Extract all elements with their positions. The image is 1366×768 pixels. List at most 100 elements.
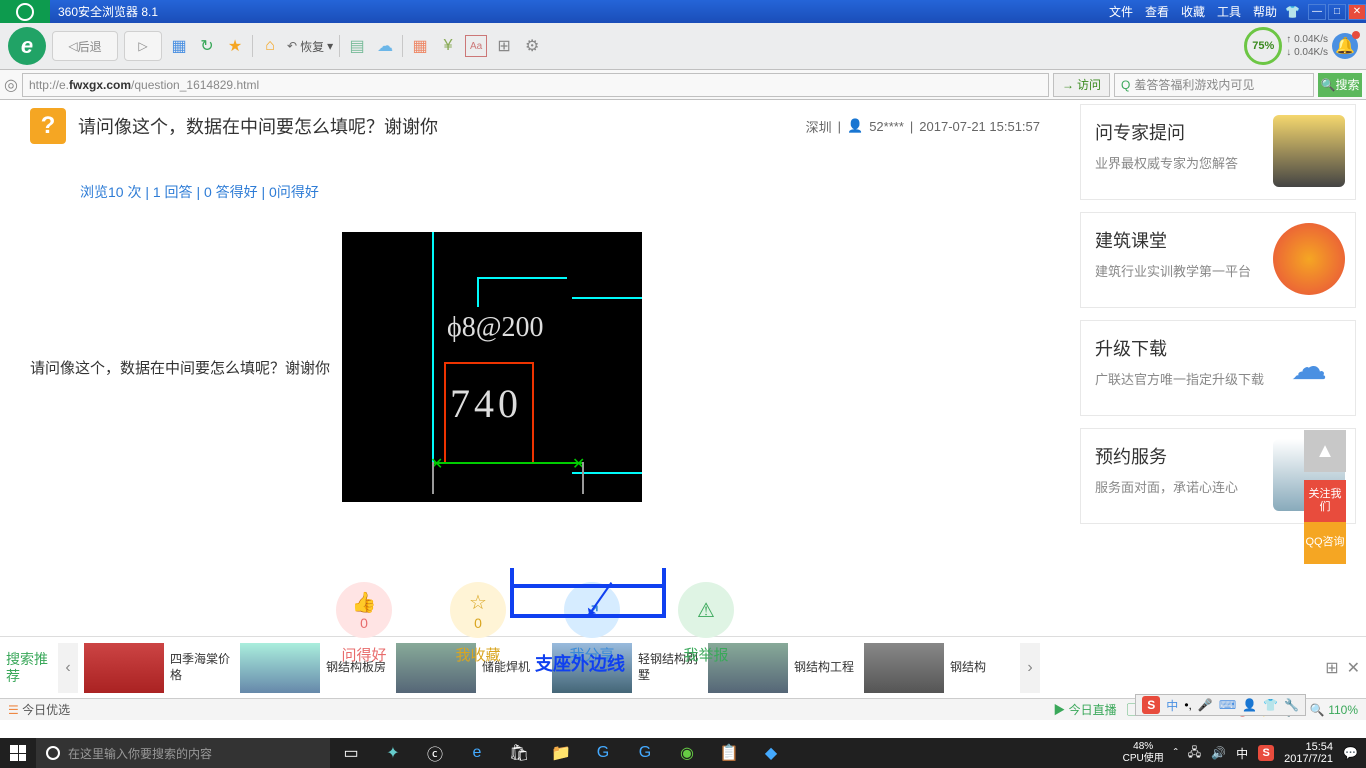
address-bar-row: ◎ http://e.fwxgx.com/question_1614829.ht… — [0, 70, 1366, 100]
taskbar-search[interactable]: 在这里输入你要搜索的内容 — [36, 738, 330, 768]
ime-logo-icon: S — [1142, 696, 1160, 714]
question-icon: ? — [30, 108, 66, 144]
tray-chevron-icon[interactable]: ˆ — [1174, 746, 1178, 760]
speed-circle[interactable]: 75% — [1244, 27, 1282, 65]
system-tray: 48% CPU使用 ˆ 🖧 🔊 中 S 15:54 2017/7/21 💬 — [1123, 741, 1366, 765]
card-class[interactable]: 建筑课堂 建筑行业实训教学第一平台 — [1080, 212, 1356, 308]
cad-dim-label: 740 — [450, 380, 522, 427]
question-body: 请问像这个，数据在中间要怎么填呢？谢谢你 ϕ8@200 740 ✕ ✕ — [30, 232, 1040, 502]
reco-close-icon[interactable]: ✕ — [1347, 658, 1360, 678]
action-favorite[interactable]: ☆0 我收藏 — [450, 582, 506, 665]
back-button[interactable]: ◁ 后退 — [52, 31, 118, 61]
reco-settings-icon[interactable]: ⊞ — [1325, 658, 1338, 678]
thumbs-up-icon: 👍 — [352, 590, 377, 615]
home-icon[interactable]: ⌂ — [259, 35, 281, 57]
search-input[interactable]: Q羞答答福利游戏内可见 — [1114, 73, 1314, 97]
page-icon[interactable]: ▦ — [168, 35, 190, 57]
windows-taskbar: 在这里输入你要搜索的内容 ▭ ✦ ⓒ e 🛍 📁 G G ◉ 📋 ◆ 48% C… — [0, 738, 1366, 768]
tray-ime-icon[interactable]: 中 — [1236, 745, 1248, 762]
action-good-question[interactable]: 👍0 问得好 — [336, 582, 392, 665]
titlebar-menu: 文件 查看 收藏 工具 帮助 — [1109, 3, 1277, 20]
search-button[interactable]: 🔍 搜索 — [1318, 73, 1362, 97]
cloud-upload-icon: ☁ — [1273, 331, 1345, 403]
page-content: ? 请问像这个，数据在中间要怎么填呢？谢谢你 深圳 | 👤 52**** | 2… — [0, 100, 1366, 636]
edge-icon[interactable]: e — [456, 738, 498, 768]
action-report[interactable]: ⚠ 我举报 — [678, 582, 734, 665]
gear-icon[interactable]: ⚙ — [521, 35, 543, 57]
tray-network-icon[interactable]: 🖧 — [1188, 743, 1201, 764]
bell-icon[interactable]: 🔔 — [1332, 33, 1358, 59]
menu-tools[interactable]: 工具 — [1217, 3, 1241, 20]
cpu-indicator[interactable]: 48% CPU使用 — [1123, 741, 1164, 765]
card-ask-expert[interactable]: 问专家提问 业界最权威专家为您解答 — [1080, 104, 1356, 200]
cad-rebar-label: ϕ8@200 — [447, 312, 544, 344]
question-header: ? 请问像这个，数据在中间要怎么填呢？谢谢你 深圳 | 👤 52**** | 2… — [30, 100, 1040, 152]
tray-volume-icon[interactable]: 🔊 — [1211, 746, 1226, 760]
tray-sogou-icon[interactable]: S — [1258, 745, 1274, 761]
app-logo — [0, 0, 50, 23]
speed-down: ↓ 0.04K/s — [1286, 46, 1328, 59]
forward-button[interactable]: ▷ — [124, 31, 162, 61]
taskbar-app-icon[interactable]: G — [624, 738, 666, 768]
menu-view[interactable]: 查看 — [1145, 3, 1169, 20]
tray-notifications-icon[interactable]: 💬 — [1343, 746, 1358, 760]
taskbar-app-icon[interactable]: G — [582, 738, 624, 768]
meta-time: 2017-07-21 15:51:57 — [919, 119, 1040, 134]
start-button[interactable] — [0, 738, 36, 768]
apps-icon[interactable]: ▦ — [409, 35, 431, 57]
ime-toolbar[interactable]: S 中 •, 🎤 ⌨ 👤 👕 🔧 — [1135, 694, 1306, 716]
ime-skin-icon[interactable]: 👕 — [1263, 698, 1278, 712]
taskbar-apps: ▭ ✦ ⓒ e 🛍 📁 G G ◉ 📋 ◆ — [330, 738, 792, 768]
taskbar-app-icon[interactable]: ✦ — [372, 738, 414, 768]
warning-icon: ⚠ — [697, 598, 715, 623]
browser-logo[interactable]: e — [8, 27, 46, 65]
star-icon[interactable]: ★ — [224, 35, 246, 57]
url-input[interactable]: http://e.fwxgx.com/question_1614829.html — [22, 73, 1049, 97]
ime-mic-icon[interactable]: 🎤 — [1198, 698, 1213, 712]
question-meta: 深圳 | 👤 52**** | 2017-07-21 15:51:57 — [806, 117, 1040, 136]
restore-button[interactable]: ↶ 恢复 ▾ — [287, 38, 333, 55]
status-live[interactable]: ▶ 今日直播 — [1053, 701, 1116, 718]
card-upgrade[interactable]: 升级下载 广联达官方唯一指定升级下载 ☁ — [1080, 320, 1356, 416]
explorer-icon[interactable]: 📁 — [540, 738, 582, 768]
note-icon[interactable]: ▤ — [346, 35, 368, 57]
menu-file[interactable]: 文件 — [1109, 3, 1133, 20]
shirt-icon[interactable]: 👕 — [1285, 5, 1300, 19]
ime-lang[interactable]: 中 — [1166, 697, 1178, 714]
ime-tool-icon[interactable]: 🔧 — [1284, 698, 1299, 712]
maximize-button[interactable]: □ — [1328, 4, 1346, 20]
site-lock-icon: ◎ — [4, 75, 18, 95]
go-button[interactable]: → 访问 — [1053, 73, 1110, 97]
question-stats: 浏览10 次 | 1 回答 | 0 答得好 | 0问得好 — [80, 182, 1040, 202]
status-today-picks[interactable]: ☰ 今日优选 — [8, 701, 70, 718]
meta-location: 深圳 — [806, 117, 832, 136]
app-title: 360安全浏览器 8.1 — [58, 3, 1109, 20]
qq-consult-badge[interactable]: QQ咨询 — [1304, 522, 1346, 564]
scroll-top-button[interactable]: ▲ — [1304, 430, 1346, 472]
cad-image: ϕ8@200 740 ✕ ✕ — [342, 232, 642, 502]
ime-punct-icon[interactable]: •, — [1184, 698, 1192, 712]
follow-us-badge[interactable]: 关注我们 — [1304, 480, 1346, 522]
main-panel: ? 请问像这个，数据在中间要怎么填呢？谢谢你 深圳 | 👤 52**** | 2… — [0, 100, 1070, 636]
browser-360-icon[interactable]: ◉ — [666, 738, 708, 768]
ime-user-icon[interactable]: 👤 — [1242, 698, 1257, 712]
taskbar-app-icon[interactable]: ⓒ — [414, 738, 456, 768]
cloud-icon[interactable]: ☁ — [374, 35, 396, 57]
menu-fav[interactable]: 收藏 — [1181, 3, 1205, 20]
grid-icon[interactable]: ⊞ — [493, 35, 515, 57]
zoom-level[interactable]: 🔍 110% — [1310, 703, 1358, 717]
browser-toolbar: e ◁ 后退 ▷ ▦ ↻ ★ ⌂ ↶ 恢复 ▾ ▤ ☁ ▦ ¥ Aa ⊞ ⚙ 7… — [0, 23, 1366, 70]
coin-icon[interactable]: ¥ — [437, 35, 459, 57]
store-icon[interactable]: 🛍 — [498, 738, 540, 768]
close-button[interactable]: ✕ — [1348, 4, 1366, 20]
refresh-icon[interactable]: ↻ — [196, 35, 218, 57]
taskbar-app-icon[interactable]: 📋 — [708, 738, 750, 768]
aa-icon[interactable]: Aa — [465, 35, 487, 57]
minimize-button[interactable]: — — [1308, 4, 1326, 20]
star-outline-icon: ☆ — [469, 590, 487, 615]
taskbar-app-icon[interactable]: ◆ — [750, 738, 792, 768]
ime-keyboard-icon[interactable]: ⌨ — [1219, 698, 1236, 712]
task-view-icon[interactable]: ▭ — [330, 738, 372, 768]
menu-help[interactable]: 帮助 — [1253, 3, 1277, 20]
tray-clock[interactable]: 15:54 2017/7/21 — [1284, 741, 1333, 765]
